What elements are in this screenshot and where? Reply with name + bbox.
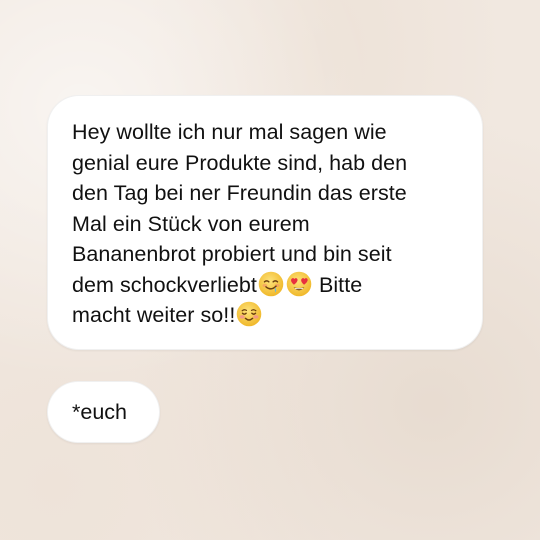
- message-thread: Hey wollte ich nur mal sagen wie genial …: [0, 0, 540, 540]
- message-line: Bananenbrot probiert und bin seit: [72, 242, 392, 266]
- message-text: Hey wollte ich nur mal sagen wie genial …: [72, 117, 458, 331]
- message-line: Hey wollte ich nur mal sagen wie: [72, 120, 387, 144]
- message-line: dem schockverliebt Bitte: [72, 270, 458, 301]
- message-line: genial eure Produkte sind, hab den: [72, 150, 408, 175]
- smiling-face-emoji-icon: [237, 301, 262, 327]
- drooling-face-emoji-icon: [258, 271, 284, 296]
- message-bubble-main[interactable]: Hey wollte ich nur mal sagen wie genial …: [47, 95, 483, 350]
- message-line: macht weiter so!!: [72, 300, 458, 331]
- message-text: *euch: [72, 400, 127, 424]
- message-line-text: macht weiter so!!: [72, 303, 236, 327]
- message-bubble-correction[interactable]: *euch: [47, 381, 160, 443]
- message-line-text: Bitte: [318, 272, 363, 297]
- message-line: Mal ein Stück von eurem: [72, 211, 310, 236]
- message-line-text: dem schockverliebt: [72, 272, 257, 297]
- heart-eyes-emoji-icon: [286, 271, 312, 296]
- message-line: den Tag bei ner Freundin das erste: [72, 181, 407, 205]
